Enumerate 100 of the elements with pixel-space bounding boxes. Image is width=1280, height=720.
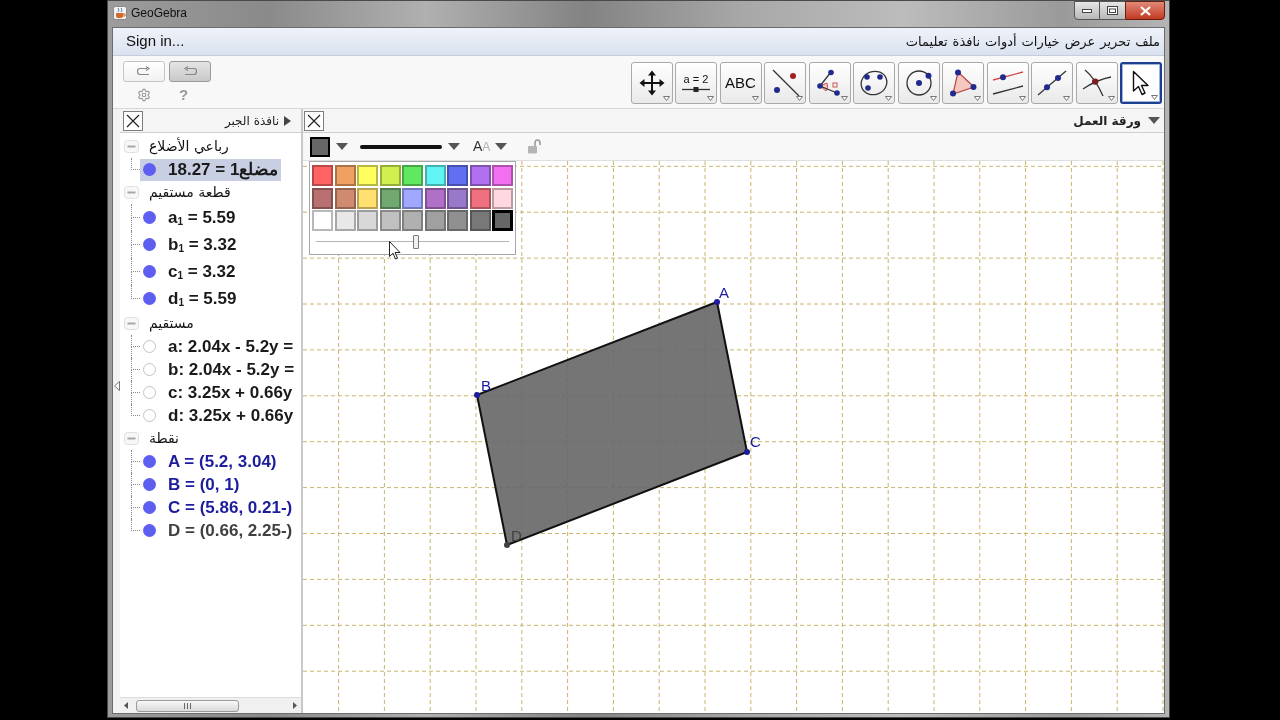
- color-swatch[interactable]: [402, 165, 423, 186]
- color-swatch[interactable]: [447, 187, 468, 209]
- algebra-item[interactable]: B = (0, 1): [140, 473, 243, 496]
- left-triangle-icon[interactable]: [113, 381, 120, 391]
- triangle-icon: [949, 69, 977, 97]
- color-swatch[interactable]: [469, 165, 491, 186]
- unlocked-padlock-icon: [527, 139, 542, 154]
- close-view-button[interactable]: [304, 110, 324, 131]
- tool-button[interactable]: [764, 62, 806, 104]
- algebra-item[interactable]: C = (5.86, 0.21-): [140, 496, 296, 519]
- scrollbar-thumb[interactable]: [136, 699, 239, 712]
- color-button[interactable]: [310, 136, 348, 157]
- menu-item[interactable]: تعليمات: [905, 31, 948, 52]
- tool-button[interactable]: [808, 62, 851, 104]
- color-swatch[interactable]: [447, 210, 468, 231]
- submenu-triangle-icon: [707, 96, 714, 101]
- algebra-item[interactable]: d: 3.25x + 0.66y: [140, 404, 297, 427]
- color-swatch[interactable]: [357, 210, 378, 231]
- maximize-button[interactable]: [1100, 1, 1125, 20]
- tool-button[interactable]: [630, 62, 673, 104]
- color-swatch[interactable]: [447, 165, 468, 186]
- tool-button[interactable]: ABC: [719, 62, 762, 104]
- tool-button[interactable]: [986, 62, 1029, 104]
- tool-button[interactable]: [942, 62, 984, 104]
- color-swatch[interactable]: [492, 210, 513, 231]
- redo-button[interactable]: [123, 61, 165, 82]
- algebra-item[interactable]: a: 2.04x - 5.2y =: [140, 335, 297, 358]
- color-swatch[interactable]: [379, 187, 401, 209]
- menu-item[interactable]: خيارات: [1021, 31, 1060, 52]
- color-swatch[interactable]: [424, 187, 446, 209]
- color-swatch[interactable]: [469, 210, 491, 231]
- algebra-item[interactable]: d$_{1}$ = 5.59: [140, 287, 240, 310]
- color-swatch[interactable]: [379, 210, 401, 231]
- algebra-item[interactable]: D = (0.66, 2.25-): [140, 519, 296, 542]
- tool-button[interactable]: [1075, 62, 1118, 104]
- tool-button[interactable]: [1031, 62, 1073, 104]
- color-swatch[interactable]: [312, 187, 333, 209]
- close-icon: [1139, 5, 1151, 16]
- close-window-button[interactable]: [1125, 1, 1165, 20]
- tool-button[interactable]: [1120, 62, 1162, 104]
- submenu-triangle-icon: [1018, 96, 1026, 101]
- color-swatch[interactable]: [334, 210, 356, 231]
- menu-item[interactable]: تحرير: [1100, 31, 1131, 52]
- color-swatch[interactable]: [357, 187, 378, 209]
- color-swatch[interactable]: [334, 187, 356, 209]
- submenu-triangle-icon: [1151, 95, 1158, 100]
- redo-arrow-icon: [136, 66, 152, 77]
- scroll-left-arrow-icon[interactable]: [124, 702, 128, 709]
- algebra-item[interactable]: A = (5.2, 3.04): [140, 450, 280, 473]
- sign-in-button[interactable]: Sign in...: [126, 30, 185, 53]
- line-style-button[interactable]: [360, 143, 460, 150]
- menu-item[interactable]: أدوات: [985, 31, 1017, 52]
- group-label: رباعي الأضلاع: [149, 138, 229, 155]
- color-swatch[interactable]: [312, 165, 333, 186]
- close-view-button[interactable]: [123, 110, 143, 131]
- algebra-item[interactable]: b: 2.04x - 5.2y =: [140, 358, 298, 381]
- minimize-button[interactable]: [1074, 1, 1100, 20]
- menu-item[interactable]: عرض: [1064, 31, 1096, 52]
- menu-item[interactable]: ملف: [1135, 31, 1160, 52]
- tool-button[interactable]: a = 2: [675, 62, 717, 104]
- algebra-item[interactable]: b$_{1}$ = 3.32: [140, 233, 240, 256]
- undo-button[interactable]: [169, 61, 211, 82]
- down-triangle-icon[interactable]: [1148, 117, 1160, 124]
- tool-button[interactable]: [897, 62, 940, 104]
- text-style-button[interactable]: AA: [473, 138, 508, 155]
- group-label: قطعة مستقيم: [149, 184, 231, 201]
- menu-item[interactable]: نافذة: [952, 31, 981, 52]
- color-swatch[interactable]: [469, 187, 491, 209]
- right-triangle-icon[interactable]: [284, 115, 291, 126]
- caret-icon: [448, 143, 460, 150]
- submenu-triangle-icon: [929, 96, 937, 101]
- color-swatch[interactable]: [402, 187, 423, 209]
- color-swatch[interactable]: [424, 210, 446, 231]
- color-swatch[interactable]: [492, 165, 513, 186]
- undo-arrow-icon: [182, 66, 198, 77]
- color-swatch[interactable]: [312, 210, 333, 231]
- color-swatch[interactable]: [402, 210, 423, 231]
- slider-thumb[interactable]: [413, 235, 420, 249]
- color-swatch[interactable]: [492, 187, 513, 209]
- algebra-item[interactable]: c$_{1}$ = 3.32: [140, 260, 239, 283]
- lock-button[interactable]: [527, 139, 542, 154]
- color-swatch[interactable]: [379, 165, 401, 186]
- caret-icon: [336, 143, 348, 150]
- algebra-item[interactable]: مضلع1 = 18.27: [140, 158, 282, 181]
- point-label: A: [719, 284, 729, 301]
- close-icon: [307, 113, 321, 128]
- submenu-triangle-icon: [1063, 96, 1070, 101]
- mouse-cursor-icon: [389, 241, 401, 260]
- algebra-item[interactable]: c: 3.25x + 0.66y: [140, 381, 296, 404]
- point-label: C: [750, 433, 761, 450]
- scroll-right-arrow-icon[interactable]: [293, 702, 297, 709]
- group-label: مستقيم: [149, 315, 194, 332]
- tool-button[interactable]: [853, 62, 895, 104]
- submenu-triangle-icon: [751, 96, 759, 101]
- color-swatch[interactable]: [424, 165, 446, 186]
- settings-button[interactable]: [137, 88, 151, 102]
- algebra-item[interactable]: a$_{1}$ = 5.59: [140, 206, 239, 229]
- horizontal-scrollbar[interactable]: [120, 697, 301, 713]
- color-swatch[interactable]: [334, 165, 356, 186]
- color-swatch[interactable]: [357, 165, 378, 186]
